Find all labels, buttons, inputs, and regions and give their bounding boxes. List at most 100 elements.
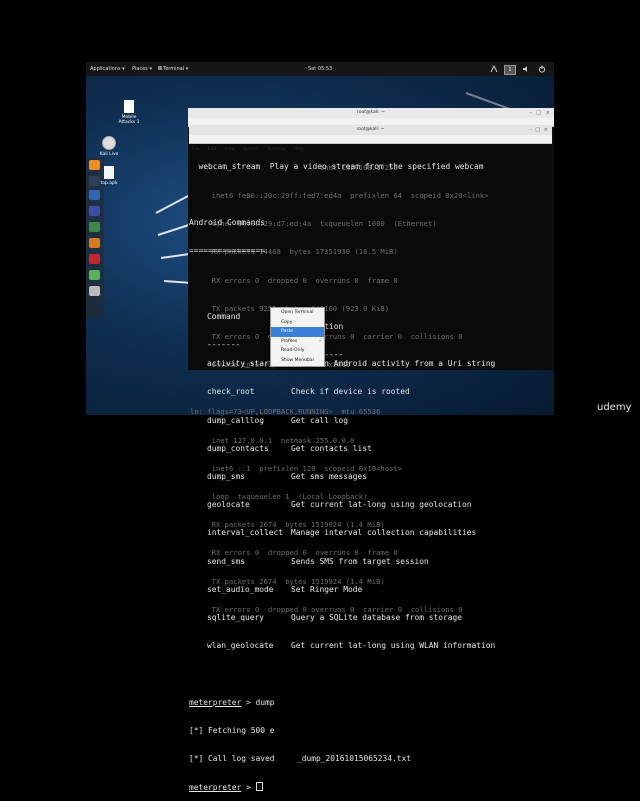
front-window-title: root@kali: ~ (356, 127, 385, 132)
desktop-apk-label: top.apk (100, 181, 118, 186)
typed-command: > (241, 783, 256, 793)
header-command: Command (207, 312, 241, 322)
faraday-icon[interactable] (89, 254, 100, 264)
show-apps-icon[interactable] (89, 286, 100, 296)
output-line: [*] Call log saved _dump_20161015065234.t… (189, 754, 552, 763)
command-name: send_sms (207, 556, 246, 566)
meterpreter-prompt: meterpreter (189, 783, 242, 793)
command-name: check_root (207, 387, 255, 397)
typed-command: > dump (241, 697, 275, 707)
table-row: dump_sms Get sms messages (189, 472, 552, 481)
text-file-icon (124, 100, 134, 113)
chevron-right-icon: › (319, 338, 321, 344)
command-name: sqlite_query (207, 613, 265, 623)
udemy-watermark: udemy (597, 402, 632, 413)
table-row: set_audio_mode Set Ringer Mode (189, 585, 552, 594)
context-menu: Open Terminal Copy Paste Profiles › Read… (270, 307, 325, 367)
menu-item-read-only[interactable]: Read-Only (271, 346, 324, 356)
table-row: interval_collect Manage interval collecti… (189, 528, 552, 537)
power-icon[interactable] (538, 65, 546, 73)
maximize-icon[interactable]: □ (536, 110, 541, 116)
back-window-title: root@kali: ~ (356, 110, 386, 115)
command-desc: Get call log (291, 415, 349, 425)
desktop-disc-kali-live[interactable]: Kali Live (94, 136, 124, 157)
armitage-icon[interactable] (89, 222, 100, 232)
command-desc: Get current lat-long using WLAN informat… (291, 641, 496, 651)
table-row: send_sms Sends SMS from target session (189, 557, 552, 566)
menu-item-profiles-label: Profiles (281, 338, 298, 344)
terminal-app-menu[interactable]: Terminal ▾ (158, 62, 188, 76)
table-row: wlan_geolocate Get current lat-long using… (189, 641, 552, 650)
menu-item-profiles[interactable]: Profiles › (271, 337, 324, 347)
menu-item-copy[interactable]: Copy (271, 318, 324, 328)
applications-menu[interactable]: Applications ▾ (90, 62, 125, 76)
menu-item-open-terminal[interactable]: Open Terminal (271, 308, 324, 318)
wallpaper-streak (155, 193, 192, 214)
desktop-file-mobile-attacks[interactable]: Mobile Attacks 1 (114, 100, 144, 125)
command-name: geolocate (207, 500, 250, 510)
front-title-bar[interactable]: root@kali: ~ – □ × (189, 125, 552, 135)
file-icon (104, 166, 114, 179)
command-desc: Set Ringer Mode (291, 584, 363, 594)
desktop-disc-label: Kali Live (99, 152, 119, 157)
command-desc: Get current lat-long using geolocation (291, 500, 472, 510)
places-menu[interactable]: Places ▾ (132, 62, 152, 76)
webcam-line: webcam_stream Play a video stream from t… (189, 161, 484, 171)
command-name: dump_sms (207, 472, 246, 482)
command-name: wlan_geolocate (207, 641, 274, 651)
clock[interactable]: Sat 05:53 (308, 62, 332, 76)
close-icon[interactable]: × (546, 110, 550, 116)
output-text: [*] Call log saved (189, 754, 275, 764)
files-icon[interactable] (89, 190, 100, 200)
back-title-bar[interactable]: root@kali: ~ – □ × (188, 108, 554, 118)
maximize-icon[interactable]: □ (535, 127, 540, 133)
table-row: dump_calllog Get call log (189, 416, 552, 425)
command-desc: Sends SMS from target session (291, 556, 429, 566)
table-rule: ------- ----------- (189, 331, 552, 358)
section-rule: ================ (189, 246, 266, 256)
table-row: dump_contacts Get contacts list (189, 444, 552, 453)
menu-item-paste[interactable]: Paste (271, 327, 324, 337)
desktop-file-label: Mobile Attacks 1 (118, 115, 140, 125)
terminal-app-label: Terminal ▾ (163, 66, 189, 72)
terminal-app-icon (158, 66, 162, 70)
command-desc: Get contacts list (291, 443, 372, 453)
burpsuite-icon[interactable] (89, 238, 100, 248)
workspace-indicator[interactable]: 1 (504, 65, 516, 75)
rule-command: ------- (207, 340, 241, 350)
command-name: activity_start (207, 359, 274, 369)
command-desc: Check if device is rooted (291, 387, 410, 397)
command-desc: Manage interval collection capabilities (291, 528, 477, 538)
text-cursor (255, 782, 263, 792)
top-panel: Applications ▾ Places ▾ Terminal ▾ Sat 0… (86, 62, 554, 76)
output-line: [*] Fetching 500 e (189, 725, 275, 735)
command-name: dump_calllog (207, 415, 265, 425)
command-desc: Get sms messages (291, 472, 368, 482)
section-title: Android Commands (189, 218, 266, 228)
table-header: Command Description (189, 303, 552, 330)
disc-icon (102, 136, 116, 150)
terminal-output[interactable]: webcam_stream Play a video stream from t… (189, 143, 552, 801)
table-row: geolocate Get current lat-long using geol… (189, 500, 552, 509)
command-name: dump_contacts (207, 443, 269, 453)
minimize-icon[interactable]: – (530, 127, 533, 133)
meterpreter-prompt: meterpreter (189, 697, 242, 707)
volume-icon[interactable] (522, 65, 530, 73)
command-name: interval_collect (207, 528, 284, 538)
output-text-tail: _dump_20161015065234.txt (297, 754, 412, 764)
leafpad-icon[interactable] (89, 270, 100, 280)
command-line[interactable]: meterpreter > (189, 782, 552, 793)
table-row: sqlite_query Query a SQLite database from… (189, 613, 552, 622)
table-row: activity_start Start an Android activity … (189, 359, 552, 368)
command-desc: Query a SQLite database from storage (291, 613, 463, 623)
close-icon[interactable]: × (544, 127, 548, 133)
network-icon[interactable] (490, 64, 498, 73)
command-name: set_audio_mode (207, 584, 274, 594)
minimize-icon[interactable]: – (530, 110, 533, 116)
desktop-file-top-apk[interactable]: top.apk (94, 166, 124, 186)
metasploit-icon[interactable] (89, 206, 100, 216)
menu-item-show-menubar[interactable]: Show Menubar (271, 356, 324, 366)
